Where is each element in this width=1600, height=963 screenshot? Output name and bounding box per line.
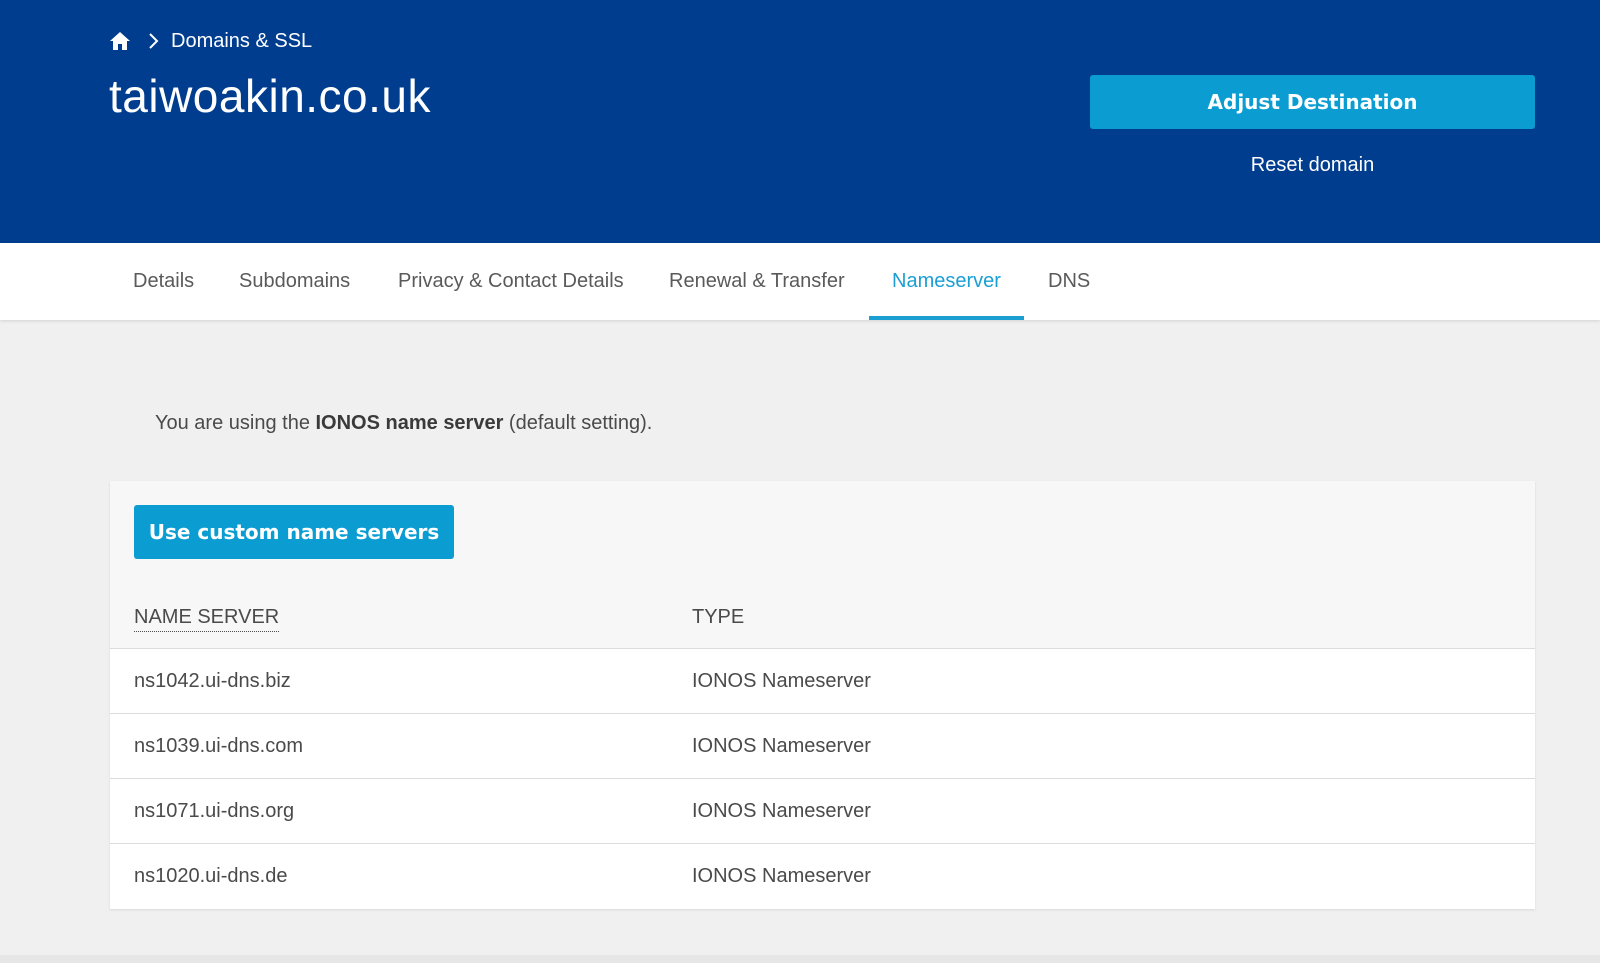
home-icon[interactable] [109, 31, 131, 51]
chevron-right-icon [147, 32, 161, 50]
page-title: taiwoakin.co.uk [109, 70, 431, 122]
footer-divider [0, 955, 1600, 963]
type-cell: IONOS Nameserver [692, 669, 871, 692]
use-custom-name-servers-button[interactable]: Use custom name servers [134, 505, 454, 559]
column-header-type: TYPE [692, 606, 745, 628]
table-row: ns1039.ui-dns.com IONOS Nameserver [110, 713, 1535, 778]
nameserver-info-text: You are using the IONOS name server (def… [155, 412, 652, 435]
nameserver-cell: ns1042.ui-dns.biz [134, 669, 291, 692]
table-row: ns1042.ui-dns.biz IONOS Nameserver [110, 648, 1535, 713]
tab-dns[interactable]: DNS [1025, 243, 1113, 320]
type-cell: IONOS Nameserver [692, 799, 871, 822]
tab-renewal-transfer[interactable]: Renewal & Transfer [646, 243, 868, 320]
nameserver-panel: Use custom name servers NAME SERVER TYPE… [110, 481, 1535, 909]
page-header: Domains & SSL taiwoakin.co.uk Adjust Des… [0, 0, 1600, 243]
tab-subdomains[interactable]: Subdomains [216, 243, 373, 320]
info-prefix: You are using the [155, 412, 316, 434]
column-header-name-server[interactable]: NAME SERVER [134, 603, 280, 632]
type-cell: IONOS Nameserver [692, 864, 871, 887]
tab-bar: Details Subdomains Privacy & Contact Det… [0, 243, 1600, 320]
adjust-destination-button[interactable]: Adjust Destination [1090, 75, 1535, 129]
nameserver-cell: ns1071.ui-dns.org [134, 799, 295, 822]
table-row: ns1020.ui-dns.de IONOS Nameserver [110, 843, 1535, 909]
tab-privacy-contact-details[interactable]: Privacy & Contact Details [375, 243, 647, 320]
type-cell: IONOS Nameserver [692, 734, 871, 757]
info-suffix: (default setting). [503, 412, 653, 434]
breadcrumb-domains-ssl[interactable]: Domains & SSL [171, 30, 312, 53]
tab-nameserver[interactable]: Nameserver [869, 243, 1024, 320]
nameserver-cell: ns1039.ui-dns.com [134, 734, 303, 757]
reset-domain-link[interactable]: Reset domain [1090, 154, 1535, 177]
breadcrumb: Domains & SSL [109, 28, 312, 54]
tab-details[interactable]: Details [110, 243, 217, 320]
nameserver-cell: ns1020.ui-dns.de [134, 864, 288, 887]
table-row: ns1071.ui-dns.org IONOS Nameserver [110, 778, 1535, 843]
info-bold: IONOS name server [315, 412, 504, 434]
